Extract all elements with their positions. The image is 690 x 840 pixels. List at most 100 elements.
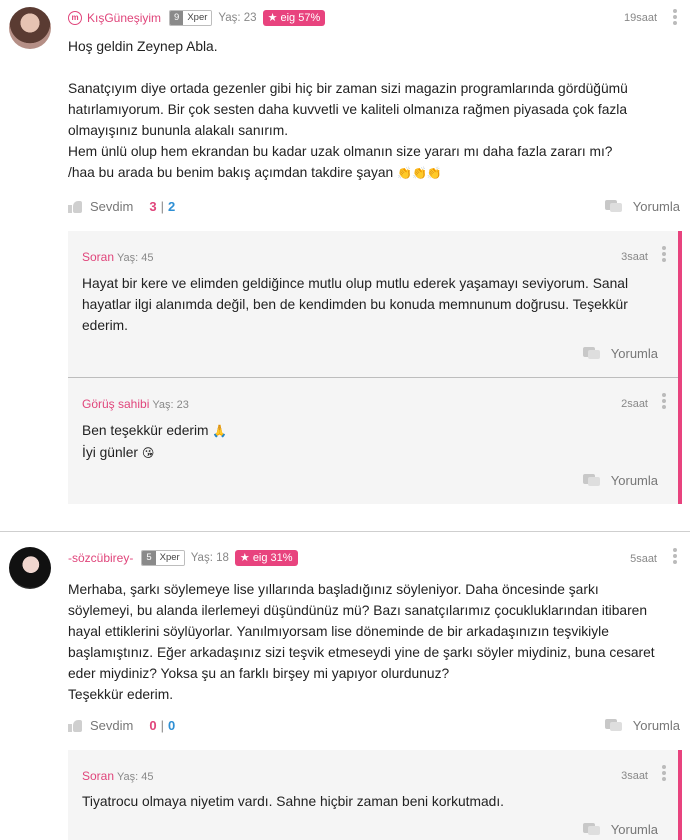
like-button[interactable]: Sevdim 0 | 0 bbox=[68, 718, 175, 733]
thumbs-up-icon bbox=[68, 719, 82, 732]
reply-line-text: Ben teşekkür ederim bbox=[82, 423, 209, 438]
eig-badge: ★ eig 57% bbox=[262, 10, 326, 26]
eig-value: eig 31% bbox=[252, 552, 293, 564]
comment-line: hayal ettiklerini söylüyorlar. Yanılmıyo… bbox=[68, 624, 609, 639]
comment-line: söylemeyi, bu alanda ilerlemeyi düşündün… bbox=[68, 603, 648, 618]
reply-body: Ben teşekkür ederim 🙏 İyi günler 😘 bbox=[82, 420, 662, 464]
clap-emoji-icon: 👏👏👏 bbox=[397, 166, 442, 180]
comment-meta: -sözcübirey- 5 Xper Yaş: 18 ★ eig 31% bbox=[68, 549, 298, 567]
reply-author: Görüş sahibi Yaş: 23 bbox=[82, 397, 189, 411]
level-badge: 9 Xper bbox=[169, 10, 213, 26]
level-number: 9 bbox=[170, 11, 184, 25]
more-options-icon[interactable] bbox=[662, 393, 666, 411]
reply-line-text: İyi günler bbox=[82, 445, 138, 460]
reply-label: Yorumla bbox=[610, 346, 658, 361]
post-divider bbox=[0, 531, 690, 532]
thumbs-up-icon bbox=[68, 200, 82, 213]
reply-label: Yorumla bbox=[610, 473, 658, 488]
user-age: Yaş: 23 bbox=[218, 12, 257, 24]
reply-author-name[interactable]: Görüş sahibi bbox=[82, 397, 149, 411]
comment-line: Hoş geldin Zeynep Abla. bbox=[68, 39, 218, 54]
comment-line: Merhaba, şarkı söylemeye lise yıllarında… bbox=[68, 582, 599, 597]
more-options-icon[interactable] bbox=[662, 765, 666, 783]
reply-button[interactable]: Yorumla bbox=[582, 822, 658, 837]
comment-bubble-icon bbox=[582, 823, 601, 836]
replies-panel: Soran Yaş: 45 3saat Hayat bir kere ve eli… bbox=[68, 231, 682, 504]
comment-body: Hoş geldin Zeynep Abla. Sanatçıyım diye … bbox=[68, 36, 680, 184]
reply-label: Yorumla bbox=[632, 718, 680, 733]
comment-bubble-icon bbox=[604, 200, 623, 213]
reply-button[interactable]: Yorumla bbox=[604, 199, 680, 214]
comment-line: eder miydiniz? Yoksa şu an farklı birşey… bbox=[68, 666, 450, 681]
more-options-icon[interactable] bbox=[673, 548, 677, 564]
level-label: Xper bbox=[183, 11, 212, 25]
brand-icon: m bbox=[68, 11, 82, 25]
reply-item: Soran Yaş: 45 3saat Tiyatrocu olmaya niye… bbox=[68, 750, 678, 840]
reply-timestamp: 3saat bbox=[621, 251, 648, 263]
reply-label: Yorumla bbox=[632, 199, 680, 214]
reply-button[interactable]: Yorumla bbox=[582, 346, 658, 361]
comment-line: başlamıştınız. Eğer arkadaşınız sizi teş… bbox=[68, 645, 655, 660]
reply-label: Yorumla bbox=[610, 822, 658, 837]
eig-value: eig 57% bbox=[280, 12, 321, 24]
star-icon: ★ bbox=[267, 12, 281, 24]
reply-age: Yaş: 23 bbox=[152, 399, 189, 411]
reply-button[interactable]: Yorumla bbox=[604, 718, 680, 733]
avatar[interactable] bbox=[9, 7, 51, 49]
reply-item: Soran Yaş: 45 3saat Hayat bir kere ve eli… bbox=[68, 231, 678, 377]
comment-actions: Sevdim 3 | 2 Yorumla bbox=[68, 197, 680, 217]
reply-timestamp: 3saat bbox=[621, 770, 648, 782]
reply-author: Soran Yaş: 45 bbox=[82, 250, 154, 264]
like-count: 3 bbox=[149, 199, 157, 214]
more-options-icon[interactable] bbox=[662, 246, 666, 264]
star-icon: ★ bbox=[239, 552, 253, 564]
reply-line: Ben teşekkür ederim 🙏 bbox=[82, 420, 662, 442]
reply-timestamp: 2saat bbox=[621, 398, 648, 410]
level-label: Xper bbox=[155, 551, 184, 565]
dislike-count: 2 bbox=[167, 199, 176, 214]
like-label: Sevdim bbox=[90, 718, 134, 733]
reply-age: Yaş: 45 bbox=[117, 771, 154, 783]
level-number: 5 bbox=[142, 551, 156, 565]
reply-author-name[interactable]: Soran bbox=[82, 769, 114, 783]
comment-line: olmayışınız bununla alakalı sanırım. bbox=[68, 123, 289, 138]
comment-line-text: /haa bu arada bu benim bakış açımdan tak… bbox=[68, 165, 394, 180]
level-badge: 5 Xper bbox=[141, 550, 185, 566]
reply-body: Hayat bir kere ve elimden geldiğince mut… bbox=[82, 273, 662, 336]
reply-line: ederim. bbox=[82, 318, 129, 333]
more-options-icon[interactable] bbox=[673, 9, 677, 25]
avatar[interactable] bbox=[9, 547, 51, 589]
comment-line: hatırlamıyorum. Bir çok sesten daha kuvv… bbox=[68, 102, 628, 117]
vote-separator: | bbox=[160, 718, 164, 733]
comment-bubble-icon bbox=[582, 347, 601, 360]
like-count: 0 bbox=[149, 718, 157, 733]
comment-line: Hem ünlü olup hem ekrandan bu kadar uzak… bbox=[68, 144, 613, 159]
reply-line: Hayat bir kere ve elimden geldiğince mut… bbox=[82, 276, 629, 291]
like-button[interactable]: Sevdim 3 | 2 bbox=[68, 199, 175, 214]
comment-bubble-icon bbox=[604, 719, 623, 732]
reply-line: hayatlar ilgi alanımda değil, ben de ken… bbox=[82, 297, 628, 312]
comment-bubble-icon bbox=[582, 474, 601, 487]
pray-emoji-icon: 🙏 bbox=[212, 424, 228, 438]
vote-counts: 0 | 0 bbox=[149, 718, 175, 733]
comment-body: Merhaba, şarkı söylemeye lise yıllarında… bbox=[68, 579, 680, 705]
comment-meta: m KışGüneşiyim 9 Xper Yaş: 23 ★ eig 57% bbox=[68, 9, 326, 27]
username-link[interactable]: KışGüneşiyim bbox=[87, 11, 161, 25]
reply-age: Yaş: 45 bbox=[117, 252, 154, 264]
reply-line: İyi günler 😘 bbox=[82, 442, 662, 464]
timestamp: 19saat bbox=[623, 12, 657, 24]
comment-actions: Sevdim 0 | 0 Yorumla bbox=[68, 716, 680, 736]
reply-button[interactable]: Yorumla bbox=[582, 473, 658, 488]
comment-line: /haa bu arada bu benim bakış açımdan tak… bbox=[68, 162, 680, 184]
comment-line: Sanatçıyım diye ortada gezenler gibi hiç… bbox=[68, 81, 628, 96]
timestamp: 5saat bbox=[630, 553, 657, 565]
reply-body: Tiyatrocu olmaya niyetim vardı. Sahne hi… bbox=[82, 791, 662, 812]
replies-panel: Soran Yaş: 45 3saat Tiyatrocu olmaya niye… bbox=[68, 750, 682, 840]
kiss-emoji-icon: 😘 bbox=[141, 446, 155, 460]
eig-badge: ★ eig 31% bbox=[234, 550, 298, 566]
reply-line: Tiyatrocu olmaya niyetim vardı. Sahne hi… bbox=[82, 794, 505, 809]
vote-separator: | bbox=[160, 199, 164, 214]
reply-author-name[interactable]: Soran bbox=[82, 250, 114, 264]
username-link[interactable]: -sözcübirey- bbox=[68, 551, 133, 565]
reply-author: Soran Yaş: 45 bbox=[82, 769, 154, 783]
